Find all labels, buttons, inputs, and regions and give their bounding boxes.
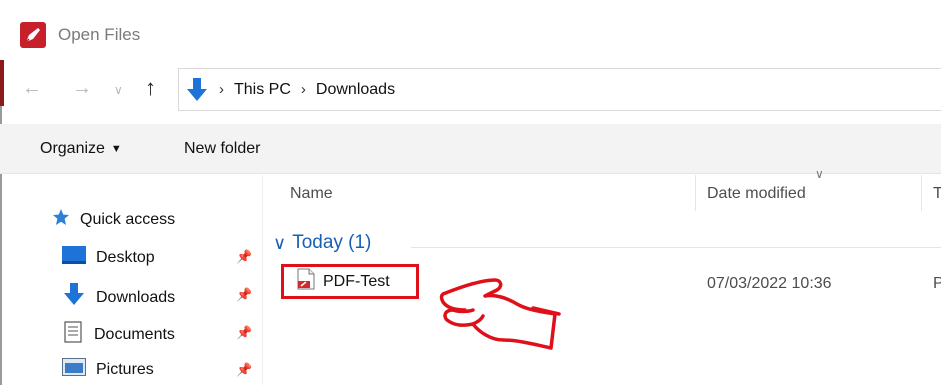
navigation-bar: ← → ∨ ↑ › This PC › Downloads bbox=[0, 62, 941, 118]
organize-button[interactable]: Organize ▼ bbox=[40, 140, 122, 158]
file-item-pdf-test[interactable]: PDF-Test bbox=[281, 264, 419, 299]
title-bar: Open Files bbox=[10, 18, 140, 52]
pictures-icon bbox=[62, 358, 86, 381]
app-icon bbox=[20, 22, 46, 48]
address-bar[interactable]: › This PC › Downloads bbox=[178, 68, 941, 111]
sidebar-item-label: Quick access bbox=[80, 210, 176, 228]
desktop-icon bbox=[62, 246, 86, 269]
file-date-modified: 07/03/2022 10:36 bbox=[707, 275, 832, 292]
command-bar: Organize ▼ New folder bbox=[0, 124, 941, 174]
pin-icon[interactable]: 📌 bbox=[236, 287, 252, 303]
sidebar-item-quick-access[interactable]: Quick access bbox=[52, 208, 175, 231]
group-divider bbox=[411, 247, 941, 248]
navigation-pane: Quick access Desktop 📌 Downloads 📌 Docum… bbox=[0, 175, 262, 385]
group-header-today[interactable]: ∨ Today (1) bbox=[273, 232, 371, 254]
star-icon bbox=[52, 208, 70, 231]
sidebar-item-label: Desktop bbox=[96, 248, 155, 266]
arrow-left-icon[interactable]: ← bbox=[22, 76, 42, 100]
column-divider[interactable] bbox=[695, 175, 696, 211]
arrow-up-icon[interactable]: ↑ bbox=[145, 76, 156, 100]
column-divider[interactable] bbox=[921, 175, 922, 211]
download-arrow-icon bbox=[62, 283, 86, 312]
sort-chevron-icon: ∨ bbox=[815, 167, 824, 181]
pin-icon[interactable]: 📌 bbox=[236, 325, 252, 341]
new-folder-button[interactable]: New folder bbox=[184, 140, 260, 158]
column-header-name[interactable]: Name bbox=[290, 185, 333, 203]
file-name: PDF-Test bbox=[323, 272, 390, 290]
breadcrumb-separator: › bbox=[300, 81, 306, 98]
breadcrumb-separator: › bbox=[219, 81, 224, 98]
window-title: Open Files bbox=[58, 25, 141, 44]
organize-label: Organize bbox=[40, 140, 105, 157]
pin-icon[interactable]: 📌 bbox=[236, 362, 252, 378]
file-list: ∨ Name Date modified T ∨ Today (1) PDF-T… bbox=[262, 167, 941, 385]
sidebar-item-downloads[interactable]: Downloads bbox=[62, 283, 175, 312]
sidebar-item-label: Documents bbox=[94, 325, 175, 343]
pin-icon[interactable]: 📌 bbox=[236, 249, 252, 265]
sidebar-item-pictures[interactable]: Pictures bbox=[62, 358, 154, 381]
breadcrumb-downloads[interactable]: Downloads bbox=[316, 81, 395, 99]
sidebar-item-label: Downloads bbox=[96, 288, 176, 306]
sidebar-item-label: Pictures bbox=[96, 360, 154, 378]
chevron-down-icon[interactable]: ∨ bbox=[114, 78, 123, 102]
pdf-file-icon bbox=[297, 268, 315, 295]
column-header-type[interactable]: T bbox=[933, 185, 941, 203]
caret-down-icon: ▼ bbox=[110, 143, 122, 155]
file-type: P bbox=[933, 275, 941, 292]
breadcrumb-this-pc[interactable]: This PC bbox=[234, 81, 291, 99]
sidebar-item-desktop[interactable]: Desktop bbox=[62, 246, 155, 269]
sidebar-item-documents[interactable]: Documents bbox=[62, 321, 175, 348]
download-arrow-icon bbox=[185, 77, 209, 103]
column-header-date-modified[interactable]: Date modified bbox=[707, 185, 806, 203]
arrow-right-icon[interactable]: → bbox=[72, 76, 92, 100]
group-label: Today (1) bbox=[292, 232, 372, 253]
document-icon bbox=[62, 321, 84, 348]
chevron-down-icon: ∨ bbox=[273, 232, 287, 253]
pointing-hand-icon bbox=[439, 278, 561, 350]
